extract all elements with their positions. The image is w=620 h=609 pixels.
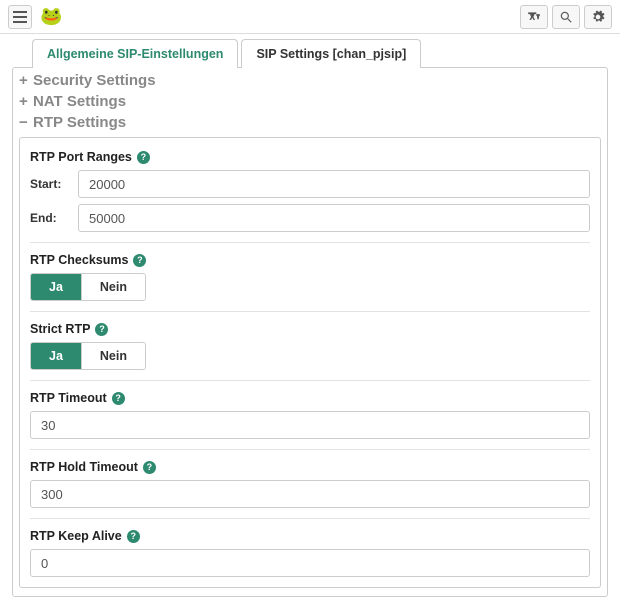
- rtp-port-ranges-label: RTP Port Ranges ?: [30, 150, 590, 164]
- section-label: NAT Settings: [33, 93, 126, 110]
- strict-rtp-toggle: Ja Nein: [30, 342, 146, 370]
- rtp-keep-alive-input[interactable]: [30, 549, 590, 577]
- rtp-start-input[interactable]: [78, 170, 590, 198]
- section-label: Security Settings: [33, 72, 156, 89]
- tab-general-sip[interactable]: Allgemeine SIP-Einstellungen: [32, 39, 238, 68]
- strict-rtp-yes[interactable]: Ja: [31, 343, 81, 369]
- gear-icon: [591, 10, 605, 24]
- plus-icon: +: [19, 93, 33, 110]
- settings-button[interactable]: [584, 5, 612, 29]
- help-icon[interactable]: ?: [133, 254, 146, 267]
- tab-bar: Allgemeine SIP-Einstellungen SIP Setting…: [32, 38, 608, 67]
- settings-panel: + Security Settings + NAT Settings − RTP…: [12, 67, 608, 597]
- rtp-hold-timeout-input[interactable]: [30, 480, 590, 508]
- search-icon: [559, 10, 573, 24]
- rtp-keep-alive-label: RTP Keep Alive ?: [30, 529, 590, 543]
- rtp-checksums-label: RTP Checksums ?: [30, 253, 590, 267]
- topbar: 🐸: [0, 0, 620, 34]
- language-icon: [527, 10, 541, 24]
- help-icon[interactable]: ?: [127, 530, 140, 543]
- rtp-checksums-no[interactable]: Nein: [81, 274, 145, 300]
- tab-chan-pjsip[interactable]: SIP Settings [chan_pjsip]: [241, 39, 421, 68]
- divider: [30, 449, 590, 450]
- tab-label: Allgemeine SIP-Einstellungen: [47, 47, 223, 61]
- topbar-right: [520, 5, 612, 29]
- language-button[interactable]: [520, 5, 548, 29]
- rtp-end-input[interactable]: [78, 204, 590, 232]
- help-icon[interactable]: ?: [137, 151, 150, 164]
- section-security[interactable]: + Security Settings: [13, 70, 607, 91]
- rtp-end-label: End:: [30, 211, 78, 225]
- rtp-timeout-input[interactable]: [30, 411, 590, 439]
- content: Allgemeine SIP-Einstellungen SIP Setting…: [0, 38, 620, 609]
- rtp-hold-timeout-label: RTP Hold Timeout ?: [30, 460, 590, 474]
- rtp-start-row: Start:: [30, 170, 590, 198]
- strict-rtp-no[interactable]: Nein: [81, 343, 145, 369]
- plus-icon: +: [19, 72, 33, 89]
- rtp-settings-panel: RTP Port Ranges ? Start: End: RTP Checks…: [19, 137, 601, 588]
- help-icon[interactable]: ?: [95, 323, 108, 336]
- divider: [30, 242, 590, 243]
- rtp-checksums-yes[interactable]: Ja: [31, 274, 81, 300]
- help-icon[interactable]: ?: [143, 461, 156, 474]
- search-button[interactable]: [552, 5, 580, 29]
- divider: [30, 518, 590, 519]
- topbar-left: 🐸: [8, 5, 62, 29]
- rtp-start-label: Start:: [30, 177, 78, 191]
- strict-rtp-label: Strict RTP ?: [30, 322, 590, 336]
- minus-icon: −: [19, 114, 33, 131]
- menu-button[interactable]: [8, 5, 32, 29]
- rtp-checksums-toggle: Ja Nein: [30, 273, 146, 301]
- divider: [30, 380, 590, 381]
- help-icon[interactable]: ?: [112, 392, 125, 405]
- divider: [30, 311, 590, 312]
- rtp-end-row: End:: [30, 204, 590, 232]
- logo-icon: 🐸: [40, 6, 62, 27]
- section-rtp[interactable]: − RTP Settings: [13, 112, 607, 133]
- section-label: RTP Settings: [33, 114, 126, 131]
- section-nat[interactable]: + NAT Settings: [13, 91, 607, 112]
- tab-label: SIP Settings [chan_pjsip]: [256, 47, 406, 61]
- rtp-timeout-label: RTP Timeout ?: [30, 391, 590, 405]
